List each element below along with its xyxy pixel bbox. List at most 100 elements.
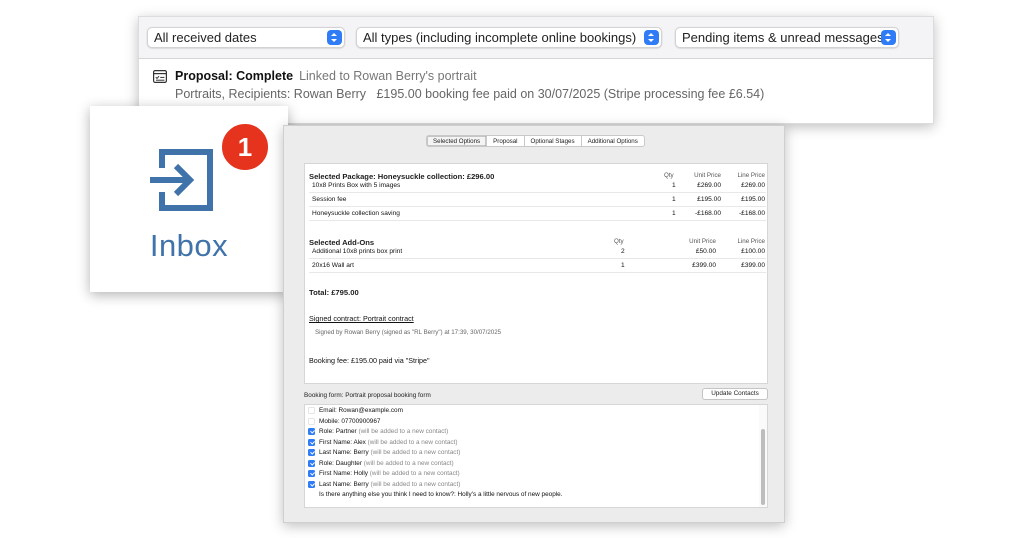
- field-note: (will be added to a new contact): [369, 470, 460, 477]
- checklist-icon: [153, 70, 167, 83]
- proposal-linked: Linked to Rowan Berry's portrait: [299, 69, 477, 83]
- item-unit-price: £50.00: [695, 248, 716, 255]
- field-text: Mobile: 07700900967: [319, 417, 381, 425]
- field-note: (will be added to a new contact): [358, 428, 449, 435]
- booking-form-list: Email: Rowan@example.com Mobile: 0770090…: [304, 404, 768, 508]
- inbox-label: Inbox: [149, 228, 229, 263]
- list-item: Last Name: Berry (will be added to a new…: [307, 448, 757, 458]
- field-note: (will be added to a new contact): [363, 459, 454, 467]
- item-line-price: -£168.00: [738, 210, 765, 217]
- list-item: First Name: Alex (will be added to a new…: [307, 438, 757, 448]
- chevron-updown-icon: [327, 30, 342, 45]
- field-note: (will be added to a new contact): [367, 438, 458, 446]
- selected-options-panel: Selected Package: Honeysuckle collection…: [304, 163, 768, 384]
- item-name: Honeysuckle collection saving: [312, 210, 400, 217]
- table-row: 20x16 Wall art 1 £399.00 £399.00: [309, 260, 766, 273]
- tab-optional-stages[interactable]: Optional Stages: [524, 135, 582, 147]
- field-text: Role: Daughter: [319, 459, 362, 467]
- tab-bar: Selected Options Proposal Optional Stage…: [426, 135, 645, 147]
- item-name: Additional 10x8 prints box print: [312, 248, 403, 255]
- field-text: Last Name: Berry: [319, 449, 369, 456]
- field-text: Email: Rowan@example.com: [319, 407, 403, 414]
- field-text: Last Name: Berry: [319, 480, 369, 488]
- package-qty-header: Qty: [664, 172, 674, 179]
- type-filter-value: All types (including incomplete online b…: [363, 30, 637, 45]
- item-unit-price: £269.00: [697, 182, 721, 189]
- date-filter-select[interactable]: All received dates: [147, 27, 345, 48]
- filter-bar: All received dates All types (including …: [139, 17, 933, 59]
- checkbox[interactable]: [308, 428, 315, 435]
- chevron-updown-icon: [644, 30, 659, 45]
- item-qty: 1: [672, 196, 676, 203]
- list-item: First Name: Holly (will be added to a ne…: [307, 469, 757, 479]
- checkbox[interactable]: [308, 438, 315, 446]
- checkbox[interactable]: [308, 417, 315, 425]
- proposal-summary: Portraits, Recipients: Rowan Berry £195.…: [175, 87, 764, 101]
- scrollbar-thumb[interactable]: [761, 429, 765, 505]
- signed-contract-link[interactable]: Signed contract: Portrait contract: [309, 314, 414, 323]
- inbox-tile[interactable]: 1 Inbox: [90, 106, 288, 292]
- item-qty: 1: [621, 262, 625, 269]
- item-name: Session fee: [312, 196, 347, 203]
- proposal-total: Total: £795.00: [309, 288, 359, 297]
- item-qty: 1: [672, 210, 676, 217]
- tab-selected-options[interactable]: Selected Options: [426, 135, 488, 147]
- item-line-price: £195.00: [741, 196, 765, 203]
- package-unit-header: Unit Price: [694, 172, 721, 179]
- item-line-price: £269.00: [741, 182, 765, 189]
- item-unit-price: -£168.00: [694, 210, 721, 217]
- list-item: Role: Partner (will be added to a new co…: [307, 427, 757, 437]
- checkbox[interactable]: [308, 407, 315, 414]
- list-item: Mobile: 07700900967: [307, 417, 757, 427]
- type-filter-select[interactable]: All types (including incomplete online b…: [356, 27, 662, 48]
- inbox-arrow-icon: [150, 149, 213, 211]
- booking-fee-text: Booking fee: £195.00 paid via "Stripe": [309, 356, 430, 365]
- scrollbar[interactable]: [759, 405, 767, 507]
- field-text: Role: Partner: [319, 428, 357, 435]
- field-text: First Name: Alex: [319, 438, 366, 446]
- list-item: Is there anything else you think I need …: [307, 490, 757, 500]
- signed-by-text: Signed by Rowan Berry (signed as "RL Ber…: [315, 329, 502, 336]
- table-row: Additional 10x8 prints box print 2 £50.0…: [309, 246, 766, 259]
- proposal-title: Proposal: Complete: [175, 69, 294, 83]
- proposal-recipients: Portraits, Recipients: Rowan Berry: [175, 87, 367, 101]
- list-item: Last Name: Berry (will be added to a new…: [307, 480, 757, 490]
- chevron-updown-icon: [881, 30, 896, 45]
- tab-proposal[interactable]: Proposal: [487, 135, 525, 147]
- status-filter-value: Pending items & unread messages: [682, 30, 884, 45]
- date-filter-value: All received dates: [154, 30, 257, 45]
- package-line-header: Line Price: [737, 172, 765, 179]
- table-row: Session fee 1 £195.00 £195.00: [309, 194, 766, 207]
- addons-qty-header: Qty: [614, 238, 624, 245]
- field-text: First Name: Holly: [319, 470, 369, 477]
- field-note: (will be added to a new contact): [370, 449, 461, 456]
- item-name: 20x16 Wall art: [312, 262, 354, 269]
- addons-unit-header: Unit Price: [689, 238, 716, 245]
- checkbox[interactable]: [308, 459, 315, 467]
- update-contacts-button[interactable]: Update Contacts: [702, 388, 768, 400]
- item-line-price: £399.00: [741, 262, 765, 269]
- proposal-fee: £195.00 booking fee paid on 30/07/2025 (…: [376, 87, 765, 101]
- list-item: Role: Daughter (will be added to a new c…: [307, 459, 757, 469]
- item-name: 10x8 Prints Box with 5 images: [312, 182, 401, 189]
- proposal-details-window: Selected Options Proposal Optional Stage…: [283, 125, 785, 523]
- checkbox[interactable]: [308, 480, 315, 488]
- item-unit-price: £195.00: [697, 196, 721, 203]
- status-filter-select[interactable]: Pending items & unread messages: [675, 27, 899, 48]
- field-note: (will be added to a new contact): [370, 480, 461, 488]
- item-unit-price: £399.00: [692, 262, 716, 269]
- booking-form-label: Booking form: Portrait proposal booking …: [304, 392, 431, 399]
- list-item: Email: Rowan@example.com: [307, 406, 757, 416]
- table-row: 10x8 Prints Box with 5 images 1 £269.00 …: [309, 180, 766, 193]
- addons-line-header: Line Price: [737, 238, 765, 245]
- field-text: Is there anything else you think I need …: [319, 491, 563, 498]
- item-line-price: £100.00: [741, 248, 765, 255]
- proposal-heading: Proposal: Complete Linked to Rowan Berry'…: [175, 69, 477, 83]
- item-qty: 1: [672, 182, 676, 189]
- tab-additional-options[interactable]: Additional Options: [581, 135, 645, 147]
- item-qty: 2: [621, 248, 625, 255]
- unread-count-badge: 1: [218, 120, 272, 174]
- table-row: Honeysuckle collection saving 1 -£168.00…: [309, 208, 766, 221]
- checkbox[interactable]: [308, 470, 315, 477]
- checkbox[interactable]: [308, 449, 315, 456]
